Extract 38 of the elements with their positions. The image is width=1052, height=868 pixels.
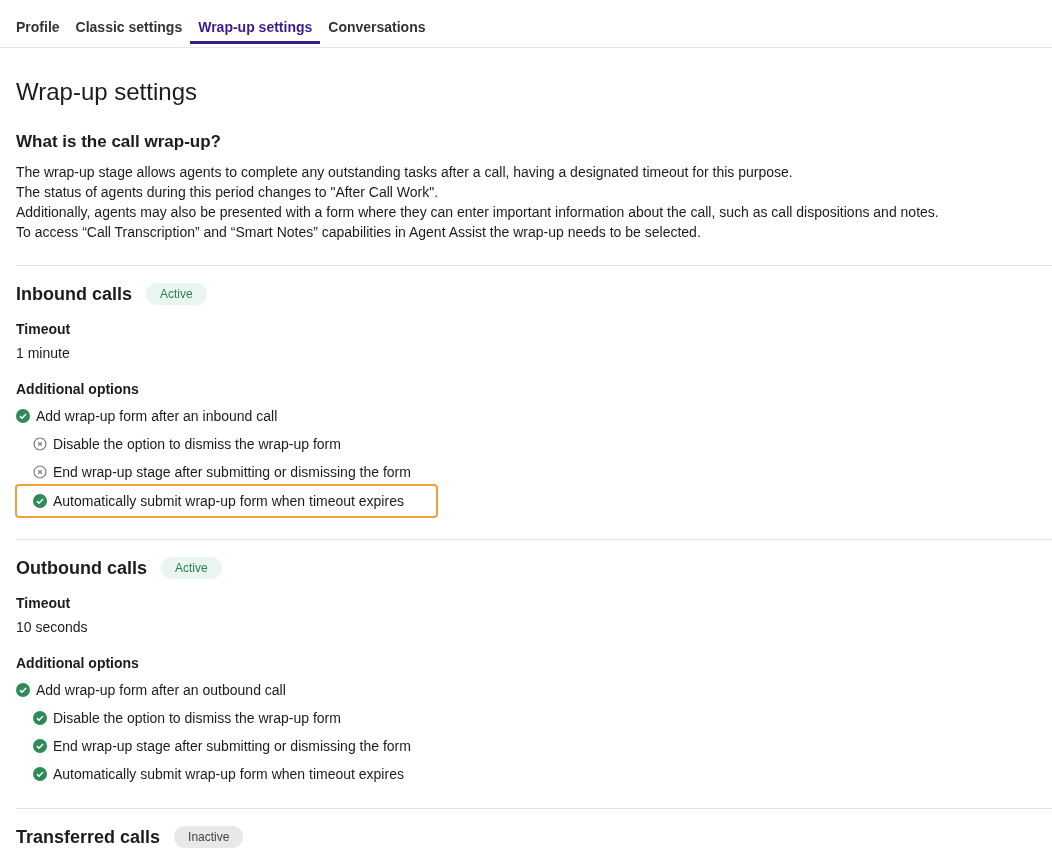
option-item: End wrap-up stage after submitting or dismissing the form xyxy=(33,735,411,757)
section-heading: What is the call wrap-up? xyxy=(16,132,222,152)
field-value: 10 seconds xyxy=(16,619,89,635)
tab[interactable]: Classic settings xyxy=(67,0,191,44)
highlighted-option: Automatically submit wrap-up form when timeout expires xyxy=(17,486,436,516)
check-circle-icon xyxy=(33,739,47,753)
description-text: To access “Call Transcription” and “Smart Notes” capabilities in Agent Assist the wrap-up needs to be selected. xyxy=(16,223,702,242)
field-label: Timeout xyxy=(16,595,72,611)
option-item: Add wrap-up form after an inbound call xyxy=(16,405,278,427)
status-badge: Active xyxy=(146,283,207,305)
option-item: Disable the option to dismiss the wrap-up form xyxy=(33,433,341,455)
option-item: Disable the option to dismiss the wrap-up form xyxy=(33,707,341,729)
field-value: 1 minute xyxy=(16,345,71,361)
option-item: Automatically submit wrap-up form when timeout expires xyxy=(33,763,404,785)
check-circle-icon xyxy=(33,711,47,725)
option-item: Add wrap-up form after an outbound call xyxy=(16,679,286,701)
field-label: Additional options xyxy=(16,655,140,671)
tab[interactable]: Wrap-up settings xyxy=(190,0,321,44)
status-badge: Inactive xyxy=(174,826,244,848)
section-title: Inbound calls xyxy=(16,283,132,305)
description-text: Additionally, agents may also be presented with a form where they can enter important information about the call, such as call dispositions and notes. xyxy=(16,203,940,222)
section-title: Outbound calls xyxy=(16,557,147,579)
page-title: Wrap-up settings xyxy=(16,78,198,106)
tab[interactable]: Profile xyxy=(8,0,68,44)
check-circle-icon xyxy=(16,683,30,697)
field-label: Additional options xyxy=(16,381,140,397)
section-title: Transferred calls xyxy=(16,826,161,848)
tab[interactable]: Conversations xyxy=(320,0,434,44)
x-circle-icon xyxy=(33,465,47,479)
field-label: Timeout xyxy=(16,321,72,337)
check-circle-icon xyxy=(33,494,47,508)
x-circle-icon xyxy=(33,437,47,451)
check-circle-icon xyxy=(33,767,47,781)
description-text: The status of agents during this period changes to "After Call Work". xyxy=(16,183,440,202)
check-circle-icon xyxy=(16,409,30,423)
description-text: The wrap-up stage allows agents to complete any outstanding tasks after a call, having a designated timeout for this purpose. xyxy=(16,163,794,182)
option-item: End wrap-up stage after submitting or dismissing the form xyxy=(33,461,411,483)
status-badge: Active xyxy=(161,557,222,579)
